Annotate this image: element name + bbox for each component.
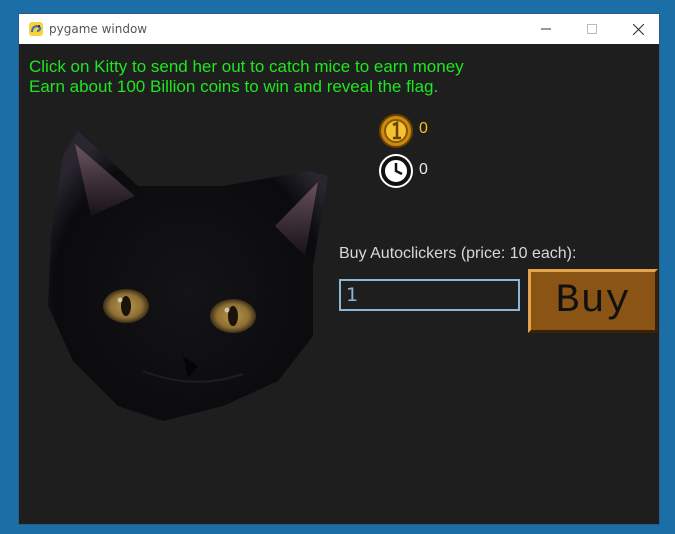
- maximize-icon: [587, 24, 597, 34]
- maximize-button[interactable]: [569, 14, 615, 44]
- instruction-line-2: Earn about 100 Billion coins to win and …: [29, 77, 439, 96]
- minimize-icon: [541, 28, 551, 30]
- coin-icon: [379, 114, 413, 148]
- pygame-window: pygame window Click on Kitty to send her…: [18, 13, 660, 525]
- clock-icon: [379, 154, 413, 188]
- coin-count: 0: [419, 120, 428, 137]
- window-title: pygame window: [49, 22, 148, 36]
- title-bar[interactable]: pygame window: [19, 14, 659, 44]
- pygame-snake-icon: [29, 22, 43, 36]
- game-canvas: Click on Kitty to send her out to catch …: [19, 44, 659, 524]
- buy-autoclickers-label: Buy Autoclickers (price: 10 each):: [339, 245, 577, 262]
- instruction-line-1: Click on Kitty to send her out to catch …: [29, 57, 464, 76]
- black-cat-face[interactable]: [43, 116, 343, 426]
- minimize-button[interactable]: [523, 14, 569, 44]
- quantity-input[interactable]: [339, 279, 520, 311]
- close-button[interactable]: [615, 14, 661, 44]
- buy-button[interactable]: Buy: [528, 269, 658, 333]
- close-icon: [632, 23, 644, 35]
- time-count: 0: [419, 161, 428, 178]
- buy-button-label: Buy: [555, 278, 631, 324]
